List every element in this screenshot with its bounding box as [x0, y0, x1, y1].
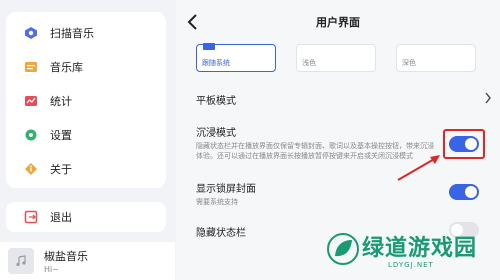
chevron-right-icon	[485, 92, 491, 104]
theme-option-system[interactable]: 跟随系统	[196, 43, 276, 72]
exit-button[interactable]: 退出	[6, 202, 166, 232]
setting-description: 需要系统支持	[196, 198, 238, 206]
info-icon	[24, 162, 38, 176]
gear-icon	[24, 128, 38, 142]
sidebar-menu: 扫描音乐 音乐库 统计 设置 关于	[6, 12, 166, 188]
exit-label: 退出	[50, 211, 72, 224]
sidebar-item-music-library[interactable]: 音乐库	[6, 52, 166, 82]
sidebar-item-label: 统计	[50, 95, 72, 108]
theme-option-label: 深色	[402, 59, 416, 67]
leaf-logo-icon	[327, 233, 359, 265]
player-title: 椒盐音乐	[44, 250, 88, 263]
sidebar-item-stats[interactable]: 统计	[6, 86, 166, 116]
sidebar-item-label: 设置	[50, 129, 72, 142]
theme-preview-icon	[203, 43, 215, 50]
sidebar-item-label: 关于	[50, 163, 72, 176]
setting-tablet-mode[interactable]: 平板模式	[196, 92, 496, 107]
lockscreen-cover-toggle[interactable]	[449, 184, 479, 200]
watermark-subtext: LDYGJ.NET	[388, 261, 434, 269]
page-title: 用户界面	[316, 16, 360, 29]
music-library-icon	[24, 60, 38, 74]
player-subtitle: Hi~	[44, 265, 59, 274]
setting-title: 平板模式	[196, 96, 236, 107]
annotation-arrow-icon	[397, 155, 440, 181]
album-cover	[8, 248, 34, 274]
sidebar-item-label: 音乐库	[50, 61, 83, 74]
theme-option-label: 跟随系统	[202, 59, 230, 67]
theme-option-light[interactable]: 浅色	[296, 44, 376, 72]
sidebar-item-settings[interactable]: 设置	[6, 120, 166, 150]
sidebar-item-scan-music[interactable]: 扫描音乐	[6, 18, 166, 48]
sidebar-item-about[interactable]: 关于	[6, 154, 166, 184]
toggle-knob	[465, 186, 477, 198]
highlight-box	[443, 129, 485, 159]
sidebar-item-label: 扫描音乐	[50, 27, 94, 40]
header: 用户界面	[176, 0, 500, 44]
sidebar: 扫描音乐 音乐库 统计 设置 关于 退出 椒盐音乐 Hi~	[0, 0, 175, 280]
stats-icon	[24, 94, 38, 108]
exit-icon	[24, 210, 38, 224]
music-note-icon	[16, 255, 26, 267]
watermark-text: 绿道游戏园	[362, 236, 478, 261]
theme-selector: 跟随系统 浅色 深色	[196, 43, 496, 72]
mini-player[interactable]: 椒盐音乐 Hi~	[0, 242, 175, 280]
theme-option-dark[interactable]: 深色	[396, 44, 476, 72]
theme-option-label: 浅色	[302, 59, 316, 67]
watermark: 绿道游戏园 LDYGJ.NET	[322, 228, 500, 280]
scan-icon	[24, 26, 38, 40]
